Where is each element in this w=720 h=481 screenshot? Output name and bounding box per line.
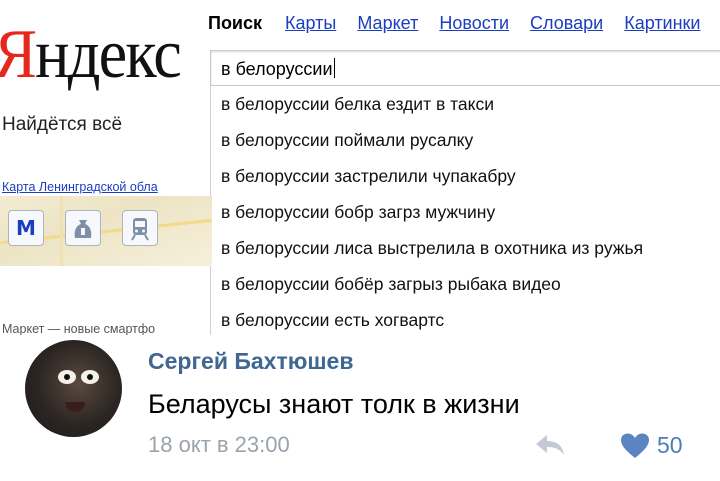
map-link[interactable]: Карта Ленинградской обла <box>2 180 158 194</box>
yandex-logo[interactable]: Яндекс <box>0 20 182 90</box>
suggest-item[interactable]: в белоруссии бобёр загрыз рыбака видео <box>211 266 720 302</box>
reply-icon[interactable] <box>533 432 567 458</box>
avatar-eye <box>58 370 76 384</box>
suggest-item[interactable]: в белоруссии бобр загрз мужчину <box>211 194 720 230</box>
map-road <box>60 196 63 266</box>
nav-link-dictionaries[interactable]: Словари <box>530 13 603 33</box>
search-query: в белоруссии <box>221 59 333 79</box>
money-bag-glyph <box>74 220 92 238</box>
nav-link-maps[interactable]: Карты <box>285 13 336 33</box>
comment-author[interactable]: Сергей Бахтюшев <box>148 348 353 375</box>
metro-icon[interactable]: M <box>8 210 44 246</box>
vk-comment: Сергей Бахтюшев Беларусы знают толк в жи… <box>0 335 720 481</box>
money-bag-icon[interactable] <box>65 210 101 246</box>
comment-date[interactable]: 18 окт в 23:00 <box>148 432 290 458</box>
search-input[interactable]: в белоруссии <box>210 50 720 86</box>
yandex-slogan: Найдётся всё <box>2 114 123 135</box>
nav-search-active: Поиск <box>208 13 263 33</box>
avatar-pupil <box>87 374 93 380</box>
text-caret <box>333 58 335 78</box>
avatar[interactable] <box>25 340 122 437</box>
train-icon[interactable] <box>122 210 158 246</box>
metro-glyph: M <box>16 216 36 240</box>
heart-icon[interactable] <box>620 433 650 459</box>
avatar-eye <box>81 370 99 384</box>
suggest-item[interactable]: в белоруссии поймали русалку <box>211 122 720 158</box>
train-glyph <box>131 218 149 241</box>
suggest-item[interactable]: в белоруссии белка ездит в такси <box>211 86 720 122</box>
market-snippet[interactable]: Маркет — новые смартфо <box>2 322 155 335</box>
yandex-screenshot: Яндекс Найдётся всё Поиск Карты Маркет Н… <box>0 0 720 335</box>
suggest-item[interactable]: в белоруссии лиса выстрелила в охотника … <box>211 230 720 266</box>
service-nav: Поиск Карты Маркет Новости Словари Карти… <box>208 13 716 34</box>
suggest-dropdown: в белоруссии белка ездит в такси в белор… <box>210 86 720 335</box>
nav-link-images[interactable]: Картинки <box>624 13 700 33</box>
like-count[interactable]: 50 <box>657 432 683 459</box>
nav-link-market[interactable]: Маркет <box>357 13 418 33</box>
comment-text: Беларусы знают толк в жизни <box>148 389 520 419</box>
avatar-pupil <box>64 374 70 380</box>
suggest-item[interactable]: в белоруссии застрелили чупакабру <box>211 158 720 194</box>
nav-link-news[interactable]: Новости <box>439 13 509 33</box>
suggest-item[interactable]: в белоруссии есть хогвартс <box>211 302 720 335</box>
avatar-mouth <box>65 402 85 412</box>
